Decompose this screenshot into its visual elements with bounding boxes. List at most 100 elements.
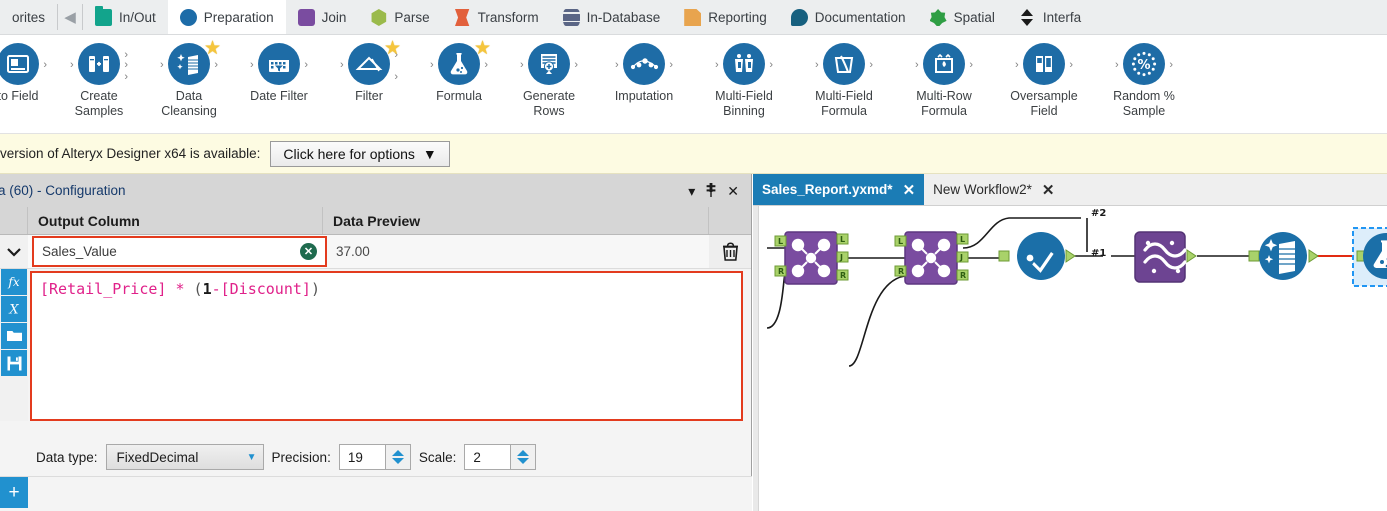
panel-menu-icon[interactable]: ▾: [688, 184, 695, 198]
ribbon-tool-multi-field-formula-label: Multi-Field Formula: [815, 89, 873, 118]
data-cleansing-tool: [1248, 232, 1319, 280]
anchor-in-icon: ›: [615, 59, 619, 71]
multi-field-binning-icon: [723, 43, 765, 85]
workflow-tab-new-workflow2[interactable]: New Workflow2* ✕: [924, 174, 1063, 205]
alteryx-designer-window: orites ◀ In/Out Preparation Join Parse T…: [0, 0, 1387, 511]
workflow-tab-sales-report-label: Sales_Report.yxmd*: [762, 182, 893, 197]
svg-text:X: X: [8, 303, 19, 318]
tab-in-database[interactable]: In-Database: [551, 0, 673, 34]
wire-in-bottom-2: [848, 275, 906, 367]
configuration-panel-titlebar: a (60) - Configuration ▾ ✕: [0, 174, 751, 207]
tool-category-tabbar: orites ◀ In/Out Preparation Join Parse T…: [0, 0, 1387, 35]
ribbon-tool-imputation[interactable]: › › Imputation: [594, 35, 694, 104]
multi-row-formula-icon: [923, 43, 965, 85]
anchor-out-icon: ›: [869, 59, 873, 71]
circle-icon: [179, 9, 197, 26]
ribbon-tool-multi-field-binning[interactable]: › › Multi-Field Binning: [694, 35, 794, 119]
data-type-select[interactable]: FixedDecimal ▼: [105, 444, 264, 470]
trash-icon[interactable]: [709, 235, 751, 268]
configuration-panel: a (60) - Configuration ▾ ✕ Output Column…: [0, 174, 752, 511]
favorite-star-icon[interactable]: ★: [474, 39, 493, 58]
favorite-star-icon[interactable]: ★: [204, 39, 223, 58]
tab-documentation[interactable]: Documentation: [779, 0, 918, 34]
tab-reporting[interactable]: Reporting: [672, 0, 779, 34]
scale-value[interactable]: 2: [464, 444, 511, 470]
globe-icon: [929, 9, 947, 26]
anchor-in-icon: ›: [340, 59, 344, 71]
tab-transform[interactable]: Transform: [442, 0, 551, 34]
tab-in-out[interactable]: In/Out: [83, 0, 168, 34]
pin-icon[interactable]: [705, 182, 717, 199]
square-icon: [297, 9, 315, 26]
update-options-button[interactable]: Click here for options ▼: [270, 140, 450, 167]
clear-icon[interactable]: ✕: [300, 243, 317, 260]
add-formula-button[interactable]: +: [0, 477, 28, 508]
anchor-in-icon: ›: [1115, 59, 1119, 71]
variable-x-icon[interactable]: X: [1, 296, 27, 322]
ribbon-tool-generate-rows[interactable]: › › Generate Rows: [504, 35, 594, 119]
tab-join[interactable]: Join: [286, 0, 359, 34]
ribbon-tool-random-sample[interactable]: › › % Random % Sample: [1094, 35, 1194, 119]
ribbon-tool-formula[interactable]: › › ★ Formula: [414, 35, 504, 104]
anchor-out-icon: ›: [43, 59, 47, 71]
svg-text:J: J: [959, 253, 963, 262]
save-disk-icon[interactable]: [1, 350, 27, 376]
ribbon-tool-filter[interactable]: › › › ★ Filter: [324, 35, 414, 104]
precision-spin-arrows[interactable]: [384, 444, 411, 470]
ribbon-tool-filter-label: Filter: [355, 89, 383, 103]
ribbon-tool-multi-field-formula[interactable]: › › Multi-Field Formula: [794, 35, 894, 119]
ribbon-tool-generate-rows-label: Generate Rows: [522, 89, 576, 118]
fx-icon[interactable]: fx: [1, 269, 27, 295]
ribbon-tool-data-cleansing[interactable]: › › ★ Data Cleansing: [144, 35, 234, 119]
output-column-input[interactable]: Sales_Value ✕: [32, 236, 327, 267]
formula-editor-area: fx X [Retail_Price] * (1-[Discount]): [0, 269, 751, 421]
tab-preparation[interactable]: Preparation: [167, 0, 286, 34]
close-icon[interactable]: ✕: [903, 181, 916, 199]
spin-down-icon[interactable]: [391, 458, 404, 464]
ribbon-tool-oversample-field[interactable]: › › Oversample Field: [994, 35, 1094, 119]
ribbon-tool-auto-field[interactable]: › to Field: [0, 35, 54, 104]
favorite-star-icon[interactable]: ★: [384, 39, 403, 58]
close-icon[interactable]: ✕: [1042, 181, 1055, 199]
spin-up-icon[interactable]: [517, 450, 530, 456]
tab-spatial[interactable]: Spatial: [918, 0, 1007, 34]
formula-token-number: 1: [202, 280, 212, 298]
ribbon-tool-date-filter[interactable]: › › Date Filter: [234, 35, 324, 104]
scale-stepper[interactable]: 2: [464, 444, 537, 470]
random-sample-icon: %: [1123, 43, 1165, 85]
row-expander-icon[interactable]: [0, 235, 28, 268]
svg-text:%: %: [1137, 58, 1150, 73]
open-folder-icon[interactable]: [1, 323, 27, 349]
close-icon[interactable]: ✕: [727, 184, 739, 198]
workflow-graph: #2 #1 LRLJR LRLJR: [766, 208, 1387, 367]
tab-preparation-label: Preparation: [203, 10, 274, 25]
tab-favorites[interactable]: orites: [0, 0, 57, 34]
workflow-tab-sales-report[interactable]: Sales_Report.yxmd* ✕: [753, 174, 925, 205]
tab-parse[interactable]: Parse: [358, 0, 441, 34]
svg-text:R: R: [778, 267, 784, 276]
ribbon-tool-create-samples[interactable]: › › › › Create Samples: [54, 35, 144, 119]
spin-up-icon[interactable]: [391, 450, 404, 456]
page-icon: [684, 9, 702, 26]
scale-spin-arrows[interactable]: [510, 444, 537, 470]
formula-input[interactable]: [Retail_Price] * (1-[Discount]): [30, 271, 743, 421]
precision-value[interactable]: 19: [338, 444, 385, 470]
formula-token-field-2: [Discount]: [220, 280, 311, 298]
grid-header-data-preview: Data Preview: [323, 207, 709, 234]
workflow-canvas[interactable]: #2 #1 LRLJR LRL J R: [753, 206, 1387, 511]
formula-token-field-1: [Retail_Price]: [40, 280, 167, 298]
ribbon-tool-oversample-field-label: Oversample Field: [1010, 89, 1078, 118]
join-tool-1: LRLJR: [774, 231, 849, 285]
ribbon-tool-multi-row-formula[interactable]: › › Multi-Row Formula: [894, 35, 994, 119]
workflow-tabbar: Sales_Report.yxmd* ✕ New Workflow2* ✕: [753, 174, 1387, 206]
svg-text:L: L: [840, 235, 845, 244]
spin-down-icon[interactable]: [517, 458, 530, 464]
tabbar-scroll-left-icon[interactable]: ◀: [58, 0, 82, 34]
anchor-in-icon: ›: [430, 59, 434, 71]
configuration-panel-footer: +: [0, 476, 752, 511]
anchor-out-2-icon: ›: [394, 71, 398, 83]
tool-ribbon: › to Field › › › › Create Samples › › ★ …: [0, 35, 1387, 134]
precision-stepper[interactable]: 19: [338, 444, 411, 470]
tab-interface[interactable]: Interfa: [1007, 0, 1093, 34]
ribbon-tool-random-sample-label: Random % Sample: [1113, 89, 1175, 118]
